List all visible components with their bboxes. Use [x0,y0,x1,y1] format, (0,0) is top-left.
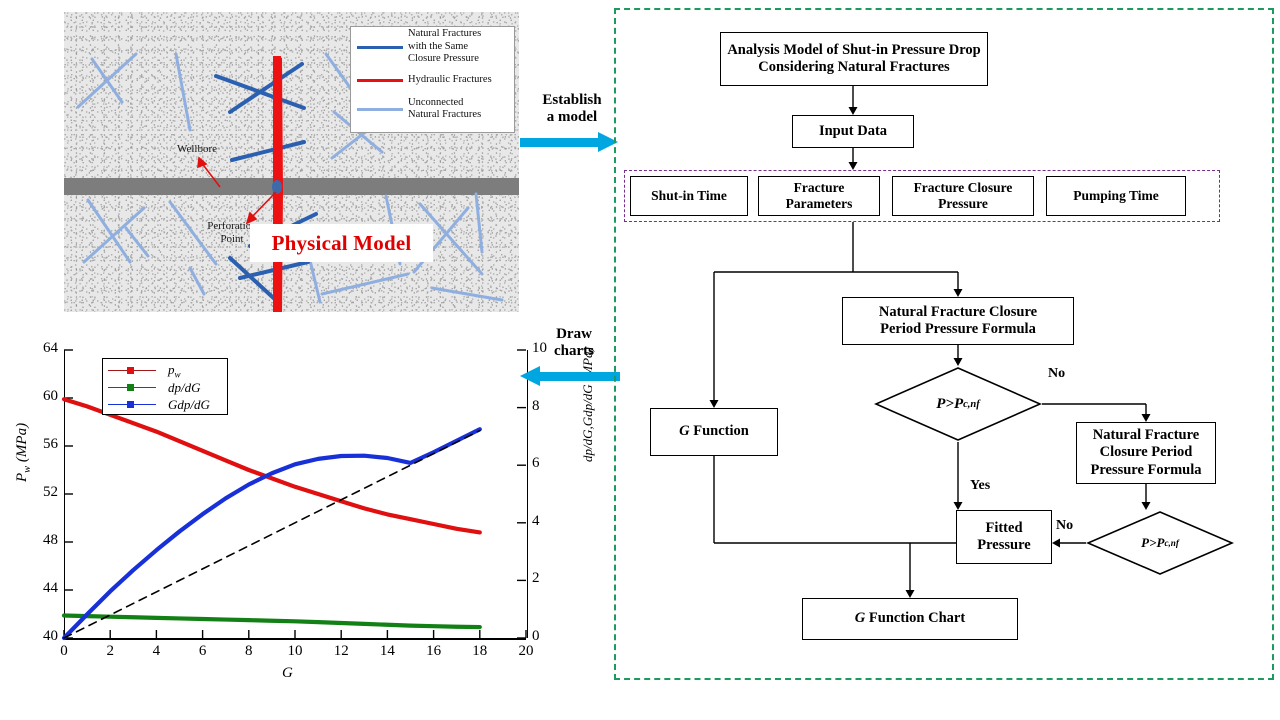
chart-y2-axis-label: dp/dG,Gdp/dG (MPa) [580,347,595,462]
chart-y-axis-label: Pw (MPa) [14,422,33,482]
flowchart-connectors [709,86,1151,598]
chart-legend-label-dpdg: dp/dG [168,379,201,395]
chart-legend-label-gdpdg: Gdp/dG [168,396,210,412]
y-tick-label: 60 [43,388,58,404]
arrowhead-to-input [848,107,858,115]
legend-label-hydraulic-fracture: Hydraulic Fractures [408,73,492,85]
perforation-pointer [245,191,277,225]
edge-label-no-1: No [1048,366,1066,381]
flow-node-fracture-closure-pressure[interactable]: Fracture Closure Pressure [892,176,1034,216]
x-tick-label: 16 [426,643,442,659]
wellbore-pointer [197,156,221,188]
chart-x-axis-label: G [282,665,293,681]
flow-node-decision-1[interactable]: P > Pc,nf [874,366,1042,442]
chart-legend-swatch-pw [108,364,156,378]
legend-item-connected-fractures: Natural Fractures with the Same Closure … [351,27,514,67]
y-tick-label: 52 [43,484,58,500]
chart-series-tangentline [63,429,481,639]
legend-label-unconnected-fracture: Unconnected Natural Fractures [408,96,482,120]
x-tick-label: 6 [198,643,207,659]
arrowhead-to-formula2 [1141,414,1151,422]
flow-node-nf-closure-formula-1[interactable]: Natural Fracture Closure Period Pressure… [842,297,1074,345]
legend-item-unconnected-fractures: Unconnected Natural Fractures [351,93,514,125]
physical-model-legend: Natural Fractures with the Same Closure … [350,26,515,133]
chart-legend-item-pw: pw [103,362,227,379]
x-tick-label: 20 [518,643,534,659]
flow-node-analysis-model[interactable]: Analysis Model of Shut-in Pressure Drop … [720,32,988,86]
flow-node-nf-closure-formula-2[interactable]: Natural Fracture Closure Period Pressure… [1076,422,1216,484]
legend-swatch-hydraulic-fracture [357,78,403,82]
arrowhead-to-formula1 [953,289,963,297]
chart-legend-item-gdpdg: Gdp/dG [103,396,227,413]
flow-node-decision-1-label: P > Pc,nf [936,395,980,412]
x-tick-label: 14 [379,643,395,659]
y2-tick-label: 2 [532,570,540,587]
g-function-chart: pw dp/dG Gdp/dG Pw (MPa) dp/dG,Gdp/dG (M… [14,332,610,708]
flow-node-g-function[interactable]: G Function [650,408,778,456]
chart-legend: pw dp/dG Gdp/dG [102,358,228,415]
y-tick-label: 56 [43,436,58,452]
legend-swatch-connected-fracture [357,45,403,49]
establish-a-model-label: Establish a model [542,92,602,125]
arrowhead-to-gfunction [709,400,719,408]
y2-tick-label: 8 [532,397,540,414]
y-tick-label: 44 [43,580,58,596]
legend-label-connected-fracture: Natural Fractures with the Same Closure … [408,28,482,65]
arrowhead-to-fitted [953,502,963,510]
x-tick-label: 18 [472,643,488,659]
draw-charts-label: Draw charts [554,326,594,359]
flow-node-fitted-pressure[interactable]: Fitted Pressure [956,510,1052,564]
chart-series-pw [61,397,482,535]
arrowhead-to-decision1 [953,358,963,366]
chart-legend-label-pw: pw [168,361,181,380]
edge-label-yes-1: Yes [970,478,991,493]
flow-node-decision-2-label: P > Pc,nf [1141,535,1179,550]
connected-natural-fractures [214,62,318,306]
y2-tick-label: 6 [532,455,540,472]
flow-node-input-data[interactable]: Input Data [792,115,914,148]
arrowhead-to-inputs [848,162,858,170]
chart-legend-item-dpdg: dp/dG [103,379,227,396]
flow-node-decision-2[interactable]: P > Pc,nf [1086,510,1234,576]
x-tick-label: 10 [287,643,303,659]
x-tick-label: 2 [106,643,114,659]
chart-legend-swatch-gdpdg [108,398,156,412]
flow-node-g-function-chart[interactable]: G Function Chart [802,598,1018,640]
x-tick-label: 12 [333,643,349,659]
y-tick-label: 48 [43,532,58,548]
x-tick-label: 4 [152,643,161,659]
y-tick-label: 64 [43,340,58,356]
x-tick-label: 8 [245,643,253,659]
flow-node-shut-in-time[interactable]: Shut-in Time [630,176,748,216]
flowchart-panel: Analysis Model of Shut-in Pressure Drop … [614,8,1274,680]
flow-node-pumping-time[interactable]: Pumping Time [1046,176,1186,216]
edge-label-no-2: No [1056,518,1074,533]
legend-swatch-unconnected-fracture [357,107,403,111]
y2-tick-label: 4 [532,512,540,529]
physical-model-figure: Wellbore Perforation Point Natural Fract… [64,12,519,312]
legend-item-hydraulic-fracture: Hydraulic Fractures [351,67,514,93]
physical-model-title: Physical Model [250,224,433,262]
chart-series-dpdg [61,613,482,630]
perforation-marker [272,180,282,194]
arrowhead-to-fitted-left [1052,538,1060,548]
wellbore-label: Wellbore [176,143,218,155]
x-tick-label: 0 [60,643,68,659]
arrowhead-to-decision2 [1141,502,1151,510]
flow-node-fracture-parameters[interactable]: Fracture Parameters [758,176,880,216]
arrowhead-to-gchart [905,590,915,598]
chart-legend-swatch-dpdg [108,381,156,395]
